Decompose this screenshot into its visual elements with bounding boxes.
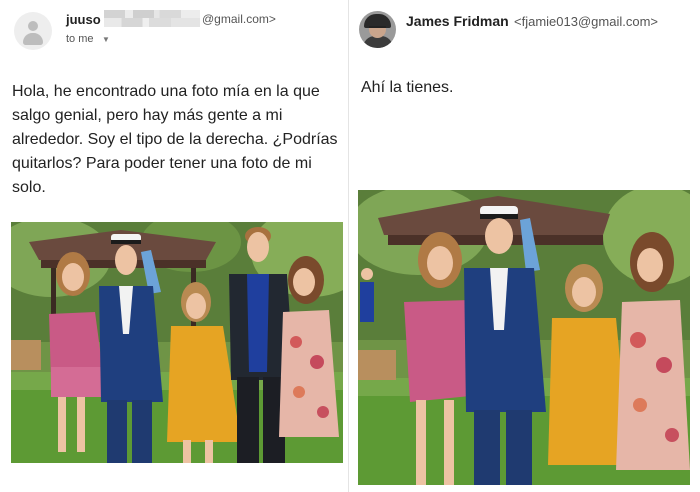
sender-email-domain: @gmail.com> xyxy=(202,12,276,26)
message-body-right: Ahí la tienes. xyxy=(361,79,454,96)
sender-name: juuso xyxy=(66,12,101,27)
panel-divider xyxy=(348,0,349,492)
chevron-down-icon[interactable]: ▼ xyxy=(102,35,110,44)
sender-name-right: James Fridman xyxy=(406,13,509,29)
message-body-left: Hola, he encontrado una foto mía en la q… xyxy=(12,83,338,196)
original-photo xyxy=(11,222,343,463)
redacted-email-local-part xyxy=(104,10,200,27)
default-avatar xyxy=(14,12,52,50)
edited-photo xyxy=(358,190,690,485)
sender-email-right: <fjamie013@gmail.com> xyxy=(514,14,658,29)
james-avatar xyxy=(359,11,396,48)
recipient-label[interactable]: to me xyxy=(66,33,94,45)
